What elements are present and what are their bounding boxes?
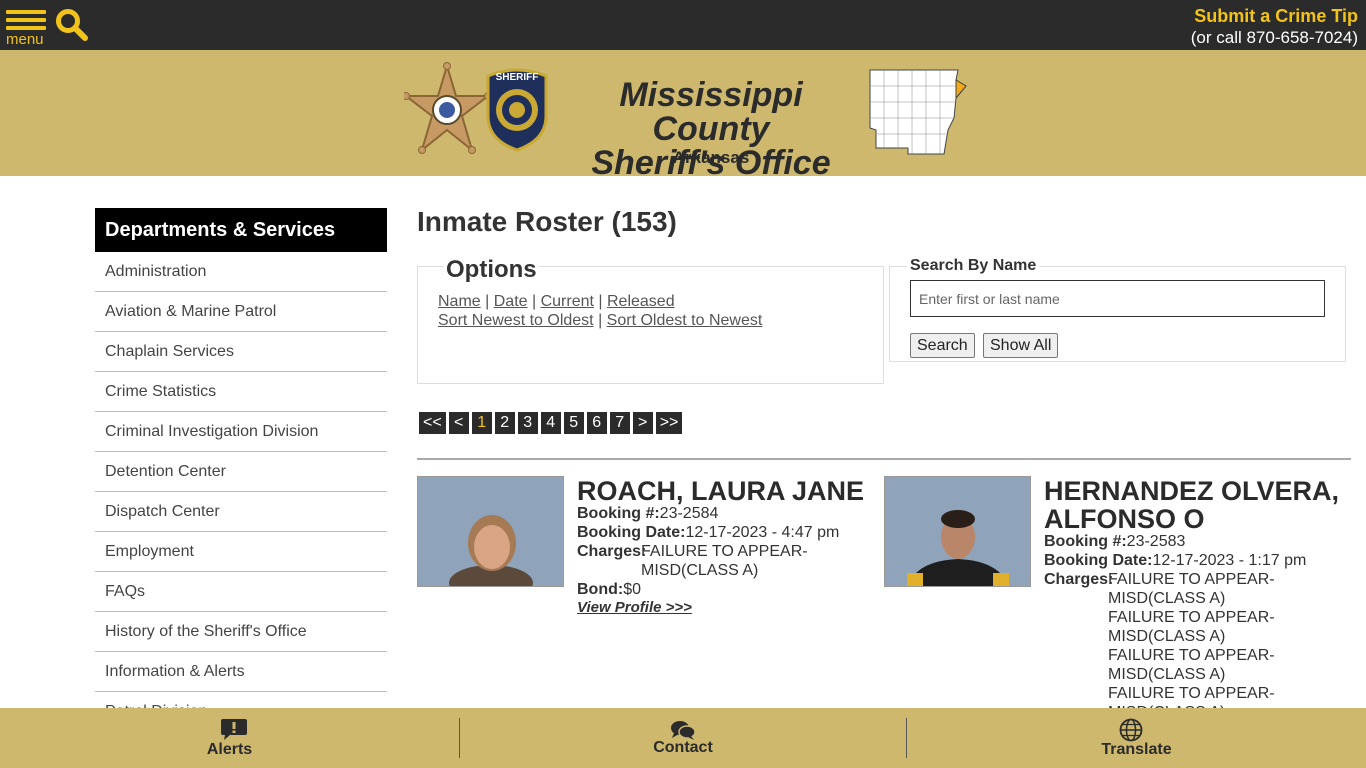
- inmate-name: HERNANDEZ OLVERA, ALFONSO O: [1044, 477, 1339, 533]
- page-1[interactable]: 1: [471, 412, 492, 434]
- booking-date-value: 12-17-2023 - 1:17 pm: [1152, 552, 1307, 569]
- site-title-line1: Mississippi County: [619, 76, 803, 148]
- charges-label: Charges:: [577, 543, 647, 560]
- pagination: << < 1 2 3 4 5 6 7 > >>: [419, 412, 683, 434]
- booking-number-label: Booking #:: [1044, 533, 1127, 550]
- translate-label: Translate: [1101, 741, 1172, 758]
- view-profile-link[interactable]: View Profile >>>: [577, 599, 692, 616]
- sheriff-star-icon: [404, 62, 490, 154]
- booking-number-value: 23-2583: [1126, 533, 1186, 550]
- contact-button[interactable]: Contact: [460, 708, 906, 768]
- page-title: Inmate Roster (153): [417, 206, 677, 237]
- options-legend: Options: [444, 256, 539, 284]
- booking-date-label: Booking Date:: [1044, 552, 1153, 569]
- page-5[interactable]: 5: [563, 412, 584, 434]
- hamburger-icon-bar: [6, 18, 46, 22]
- bottom-nav: Alerts Contact Translate: [0, 708, 1366, 768]
- inmate-photo[interactable]: [417, 476, 564, 587]
- sort-oldest-link[interactable]: Sort Oldest to Newest: [607, 312, 763, 329]
- search-input[interactable]: [910, 280, 1325, 317]
- page-7[interactable]: 7: [609, 412, 630, 434]
- globe-icon: [1119, 718, 1143, 742]
- page-prev[interactable]: <: [448, 412, 469, 434]
- menu-button[interactable]: menu: [6, 10, 48, 48]
- sidebar-item-administration[interactable]: Administration: [95, 252, 387, 292]
- sidebar-item-employment[interactable]: Employment: [95, 532, 387, 572]
- alerts-label: Alerts: [206, 741, 253, 758]
- inmate-name-line1: HERNANDEZ OLVERA,: [1044, 476, 1340, 506]
- crime-tip-title: Submit a Crime Tip: [1194, 6, 1358, 26]
- sidebar-item-dispatch-center[interactable]: Dispatch Center: [95, 492, 387, 532]
- hamburger-icon: [6, 10, 46, 14]
- sort-newest-link[interactable]: Sort Newest to Oldest: [438, 312, 594, 329]
- hamburger-icon-bar: [6, 26, 46, 30]
- sidebar-item-aviation-marine-patrol[interactable]: Aviation & Marine Patrol: [95, 292, 387, 332]
- booking-number: Booking #:23-2583: [1044, 532, 1185, 551]
- contact-label: Contact: [653, 739, 713, 756]
- page-last[interactable]: >>: [655, 412, 683, 434]
- charges: Charges: FAILURE TO APPEAR-MISD(CLASS A): [577, 542, 837, 582]
- page-6[interactable]: 6: [586, 412, 607, 434]
- sort-by-name-link[interactable]: Name: [438, 293, 481, 310]
- booking-number: Booking #:23-2584: [577, 504, 718, 523]
- filter-released-link[interactable]: Released: [607, 293, 675, 310]
- sidebar-item-faqs[interactable]: FAQs: [95, 572, 387, 612]
- arkansas-map-icon: [869, 69, 967, 155]
- alerts-icon: [221, 719, 247, 740]
- site-header: SHERIFF Mississippi County Sheriff's Off…: [0, 50, 1366, 180]
- bond-label: Bond:: [577, 581, 624, 598]
- booking-date: Booking Date:12-17-2023 - 1:17 pm: [1044, 551, 1306, 570]
- charge-item: FAILURE TO APPEAR-MISD(CLASS A): [641, 543, 808, 579]
- sidebar-item-history[interactable]: History of the Sheriff's Office: [95, 612, 387, 652]
- page-3[interactable]: 3: [517, 412, 538, 434]
- booking-number-value: 23-2584: [659, 505, 719, 522]
- charge-item: FAILURE TO APPEAR-MISD(CLASS A): [1108, 685, 1275, 708]
- booking-date-value: 12-17-2023 - 4:47 pm: [685, 524, 840, 541]
- bond-value: $0: [623, 581, 641, 598]
- sheriff-patch-icon: SHERIFF: [486, 68, 548, 152]
- inmate-name: ROACH, LAURA JANE: [577, 476, 865, 506]
- page-4[interactable]: 4: [540, 412, 561, 434]
- mugshot-image: [885, 477, 1030, 586]
- search-button[interactable]: Search: [910, 333, 975, 358]
- badge-text: SHERIFF: [496, 72, 539, 83]
- inmate-photo[interactable]: [884, 476, 1031, 587]
- sidebar-item-criminal-investigation[interactable]: Criminal Investigation Division: [95, 412, 387, 452]
- page-first[interactable]: <<: [419, 412, 446, 434]
- filter-current-link[interactable]: Current: [541, 293, 594, 310]
- site-subtitle: Arkansas: [672, 148, 750, 167]
- sidebar-item-chaplain-services[interactable]: Chaplain Services: [95, 332, 387, 372]
- inmate-name-line2: ALFONSO O: [1044, 504, 1205, 534]
- page-next[interactable]: >: [632, 412, 653, 434]
- chat-bubbles-icon: [671, 721, 696, 740]
- sort-by-date-link[interactable]: Date: [494, 293, 528, 310]
- crime-tip-link[interactable]: Submit a Crime Tip (or call 870-658-7024…: [1191, 5, 1358, 49]
- sidebar-item-detention-center[interactable]: Detention Center: [95, 452, 387, 492]
- alerts-button[interactable]: Alerts: [0, 708, 459, 768]
- search-legend: Search By Name: [907, 257, 1040, 275]
- search-icon[interactable]: [55, 8, 89, 42]
- options-links: Name | Date | Current | Released Sort Ne…: [438, 293, 763, 329]
- charge-item: FAILURE TO APPEAR-MISD(CLASS A): [1108, 647, 1275, 683]
- divider: [417, 458, 1351, 460]
- sidebar-item-information-alerts[interactable]: Information & Alerts: [95, 652, 387, 692]
- charges: Charges: FAILURE TO APPEAR-MISD(CLASS A)…: [1044, 570, 1304, 708]
- sidebar: Departments & Services Administration Av…: [95, 208, 387, 732]
- charge-item: FAILURE TO APPEAR-MISD(CLASS A): [1108, 609, 1275, 645]
- booking-date-label: Booking Date:: [577, 524, 686, 541]
- translate-button[interactable]: Translate: [907, 708, 1366, 768]
- booking-date: Booking Date:12-17-2023 - 4:47 pm: [577, 523, 839, 542]
- page-2[interactable]: 2: [494, 412, 515, 434]
- charge-item: FAILURE TO APPEAR-MISD(CLASS A): [1108, 571, 1275, 607]
- show-all-button[interactable]: Show All: [983, 333, 1059, 358]
- menu-label: menu: [6, 31, 44, 48]
- sidebar-item-crime-statistics[interactable]: Crime Statistics: [95, 372, 387, 412]
- mugshot-image: [418, 477, 563, 586]
- charges-label: Charges:: [1044, 571, 1114, 588]
- crime-tip-phone: (or call 870-658-7024): [1190, 28, 1358, 47]
- bond: Bond:$0: [577, 580, 641, 599]
- sidebar-heading: Departments & Services: [95, 208, 387, 252]
- booking-number-label: Booking #:: [577, 505, 660, 522]
- top-bar: menu Submit a Crime Tip (or call 870-658…: [0, 0, 1366, 50]
